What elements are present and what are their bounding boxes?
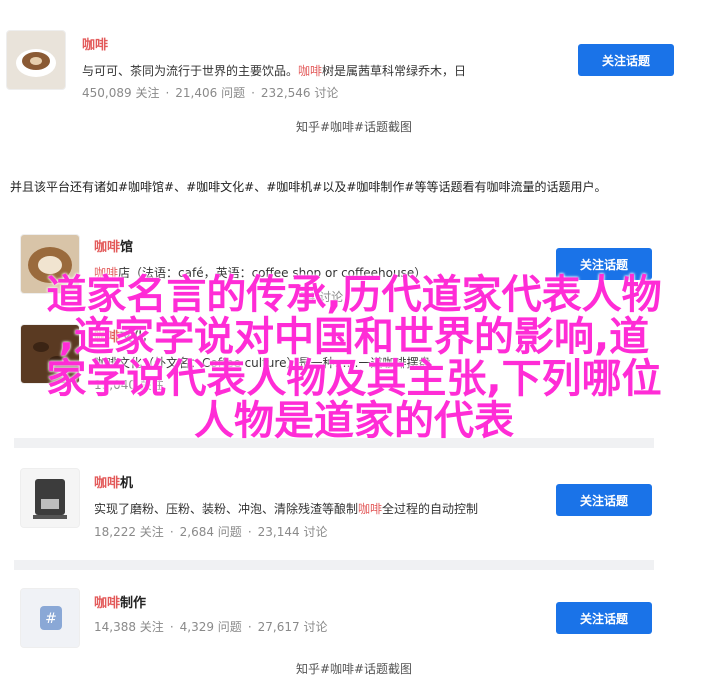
topic-stats: 18,222 关注 · 2,684 问题 · 23,144 讨论 — [94, 525, 328, 539]
followers-count: 450,089 关注 — [82, 86, 160, 100]
followers-count: 18,222 关注 — [94, 525, 164, 539]
topic-stats: 450,089 关注 · 21,406 问题 · 232,546 讨论 — [82, 86, 339, 100]
discussions-count: 23,144 讨论 — [257, 525, 328, 539]
questions-count: 4,329 问题 — [179, 620, 242, 634]
topic-thumbnail — [6, 30, 66, 90]
overlay-headline-line-2: ,道家学说对中国和世界的影响,道 — [58, 314, 650, 360]
follow-topic-button[interactable]: 关注话题 — [556, 484, 652, 516]
screenshot-coffee-topic: 咖啡 与可可、茶同为流行于世界的主要饮品。咖啡树是属茜草科常绿乔木，日 450,… — [0, 20, 708, 140]
overlay-headline-line-3: 家学说代表人物及其主张,下列哪位 — [46, 356, 662, 402]
hashtag-icon: # — [21, 589, 79, 647]
follow-topic-button[interactable]: 关注话题 — [578, 44, 674, 76]
list-divider — [14, 560, 654, 570]
overlay-headline-line-4: 人物是道家的代表 — [194, 398, 514, 444]
svg-text:#: # — [45, 611, 57, 627]
topic-title[interactable]: 咖啡机 — [94, 472, 133, 491]
topic-title-text: 咖啡 — [82, 38, 109, 53]
followers-count: 14,388 关注 — [94, 620, 164, 634]
questions-count: 2,684 问题 — [179, 525, 242, 539]
questions-count: 21,406 问题 — [175, 86, 246, 100]
topic-description: 实现了磨粉、压粉、装粉、冲泡、清除残渣等酿制咖啡全过程的自动控制 — [94, 502, 479, 516]
follow-topic-button[interactable]: 关注话题 — [556, 602, 652, 634]
topic-thumbnail: # — [20, 588, 80, 648]
screenshot-caption: 知乎#咖啡#话题截图 — [295, 662, 413, 676]
topic-thumbnail — [20, 468, 80, 528]
topic-description: 与可可、茶同为流行于世界的主要饮品。咖啡树是属茜草科常绿乔木，日 — [82, 64, 467, 78]
topic-stats: 14,388 关注 · 4,329 问题 · 27,617 讨论 — [94, 620, 328, 634]
topic-title[interactable]: 咖啡制作 — [94, 592, 146, 611]
discussions-count: 27,617 讨论 — [257, 620, 328, 634]
discussions-count: 232,546 讨论 — [260, 86, 339, 100]
overlay-headline-line-1: 道家名言的传承,历代道家代表人物 — [46, 272, 662, 318]
coffee-cup-icon — [7, 31, 65, 89]
body-paragraph: 并且该平台还有诸如#咖啡馆#、#咖啡文化#、#咖啡机#以及#咖啡制作#等等话题看… — [10, 180, 607, 194]
topic-title[interactable]: 咖啡 — [82, 34, 108, 53]
screenshot-caption: 知乎#咖啡#话题截图 — [295, 120, 413, 134]
topic-title[interactable]: 咖啡馆 — [94, 236, 133, 255]
espresso-machine-icon — [21, 469, 79, 527]
